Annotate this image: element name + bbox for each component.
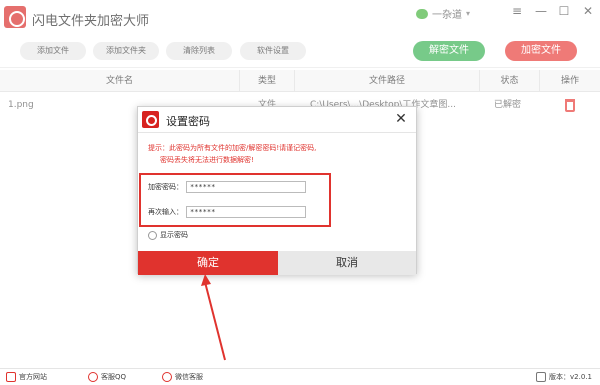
dialog-header: 设置密码 ✕ xyxy=(138,107,416,133)
annotation-arrow xyxy=(201,274,226,361)
cancel-button[interactable]: 取消 xyxy=(278,251,416,275)
show-password-option[interactable]: 显示密码 xyxy=(148,230,188,240)
wechat-label: 微信客服 xyxy=(175,373,203,381)
qq-icon xyxy=(88,372,98,382)
download-icon xyxy=(536,372,546,382)
qq-link[interactable]: 客服QQ xyxy=(88,372,126,382)
set-password-dialog: 设置密码 ✕ 提示：此密码为所有文件的加密/解密密码!请谨记密码, 密码丢失将无… xyxy=(137,106,417,275)
qq-label: 客服QQ xyxy=(101,373,127,381)
password-tip: 提示：此密码为所有文件的加密/解密密码!请谨记密码, 密码丢失将无法进行数据解密… xyxy=(148,142,403,166)
confirm-password-row: 再次输入： ****** xyxy=(148,205,306,219)
app-logo-icon xyxy=(142,111,159,128)
wechat-link[interactable]: 微信客服 xyxy=(162,372,203,382)
version-label: 版本：v2.0.1 xyxy=(549,373,592,381)
version-info: 版本：v2.0.1 xyxy=(536,372,592,382)
dialog-title: 设置密码 xyxy=(166,115,210,128)
password-tip-line-1: 提示：此密码为所有文件的加密/解密密码!请谨记密码, xyxy=(148,144,317,152)
wechat-service-icon xyxy=(162,372,172,382)
website-label: 官方网站 xyxy=(19,373,47,381)
confirm-password-input[interactable]: ****** xyxy=(186,206,306,218)
dialog-close-icon[interactable]: ✕ xyxy=(392,110,410,128)
footer-bar: 官方网站 客服QQ 微信客服 版本：v2.0.1 xyxy=(0,368,600,385)
password-tip-line-2: 密码丢失将无法进行数据解密! xyxy=(160,156,254,164)
show-password-label: 显示密码 xyxy=(160,231,188,239)
website-link[interactable]: 官方网站 xyxy=(6,372,47,382)
encrypt-password-input[interactable]: ****** xyxy=(186,181,306,193)
show-password-radio[interactable] xyxy=(148,230,157,240)
confirm-password-label: 再次输入： xyxy=(148,208,183,216)
monitor-icon xyxy=(6,372,16,382)
encrypt-password-label: 加密密码： xyxy=(148,183,183,191)
encrypt-password-row: 加密密码： ****** xyxy=(148,180,306,194)
